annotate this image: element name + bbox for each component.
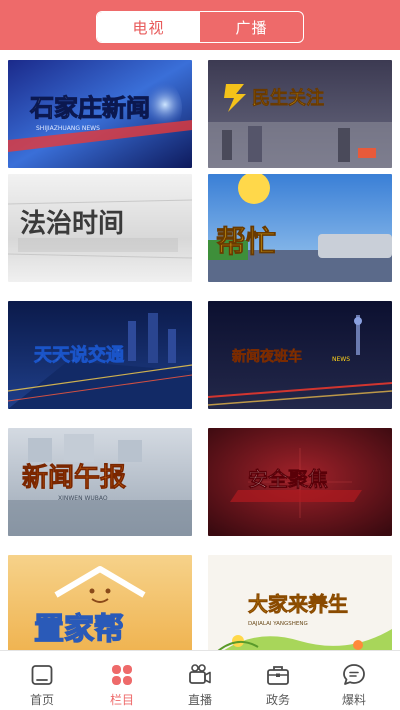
program-card-noon-news[interactable]: 新闻午报 XINWEN WUBAO — [8, 428, 192, 536]
program-subtitle: XINWEN WUBAO — [58, 495, 108, 502]
program-card-fazhi-time[interactable]: 法治时间 — [8, 174, 192, 282]
program-title: 民生关注 — [252, 87, 324, 109]
tab-home-label: 首页 — [29, 693, 54, 707]
program-thumbnail: 新闻夜班车 NEWS — [208, 301, 392, 409]
program-subtitle: SHIJIAZHUANG NEWS — [36, 125, 100, 132]
program-thumbnail: 石家庄新闻 SHIJIAZHUANG NEWS — [8, 60, 192, 168]
program-card-traffic[interactable]: 天天说交通 — [8, 301, 192, 409]
video-camera-icon — [189, 664, 211, 684]
program-thumbnail: 民生关注 — [208, 60, 392, 168]
home-icon — [31, 665, 53, 685]
program-card-night-news[interactable]: 新闻夜班车 NEWS — [208, 301, 392, 409]
program-title: 置家帮 — [34, 612, 124, 647]
program-thumbnail: 帮忙 — [208, 174, 392, 282]
tab-tips-label: 爆料 — [341, 693, 366, 707]
program-thumbnail: 天天说交通 — [8, 301, 192, 409]
program-grid: 石家庄新闻 SHIJIAZHUANG NEWS 民生关注 法治时间 帮忙 天天说… — [0, 50, 400, 650]
tab-tv[interactable]: 电视 — [97, 12, 200, 42]
program-thumbnail: 新闻午报 XINWEN WUBAO — [8, 428, 192, 536]
tab-government-label: 政务 — [265, 693, 290, 707]
briefcase-icon — [267, 666, 289, 685]
program-card-safety-focus[interactable]: 安全聚焦 — [208, 428, 392, 536]
program-thumbnail: 置家帮 — [8, 555, 192, 650]
program-thumbnail: 安全聚焦 — [208, 428, 392, 536]
tab-home[interactable]: 首页 — [2, 651, 82, 710]
program-title: 石家庄新闻 — [29, 94, 150, 122]
program-title: 帮忙 — [216, 225, 276, 260]
tab-tips[interactable]: 爆料 — [314, 651, 394, 710]
program-card-health[interactable]: 大家来养生 DAJIALAI YANGSHENG — [208, 555, 392, 650]
tab-columns[interactable]: 栏目 — [82, 651, 162, 710]
program-thumbnail: 大家来养生 DAJIALAI YANGSHENG — [208, 555, 392, 650]
program-card-shijiazhuang-news[interactable]: 石家庄新闻 SHIJIAZHUANG NEWS — [8, 60, 192, 168]
tab-live[interactable]: 直播 — [160, 651, 240, 710]
chat-bubble-icon — [343, 664, 365, 685]
program-title: 大家来养生 — [248, 592, 348, 616]
program-title: 新闻午报 — [22, 462, 126, 493]
program-subtitle: DAJIALAI YANGSHENG — [248, 621, 308, 627]
tab-government[interactable]: 政务 — [238, 651, 318, 710]
program-title: 法治时间 — [20, 209, 124, 239]
program-card-bangmang[interactable]: 帮忙 — [208, 174, 392, 282]
program-card-zhijiabang[interactable]: 置家帮 — [8, 555, 192, 650]
program-title: 安全聚焦 — [248, 467, 328, 491]
program-title: 天天说交通 — [34, 344, 124, 366]
grid-icon — [112, 665, 132, 685]
program-title: 新闻夜班车 — [232, 348, 302, 365]
program-subtitle: NEWS — [332, 356, 350, 363]
program-thumbnail: 法治时间 — [8, 174, 192, 282]
program-card-minsheng[interactable]: 民生关注 — [208, 60, 392, 168]
bottom-tab-bar: 首页 栏目 直播 政务 爆料 — [0, 650, 400, 710]
media-type-switch: 电视 广播 — [96, 11, 304, 43]
tab-columns-label: 栏目 — [109, 693, 134, 707]
top-header: 电视 广播 — [0, 0, 400, 50]
tab-live-label: 直播 — [187, 693, 212, 707]
tab-radio[interactable]: 广播 — [200, 12, 303, 42]
